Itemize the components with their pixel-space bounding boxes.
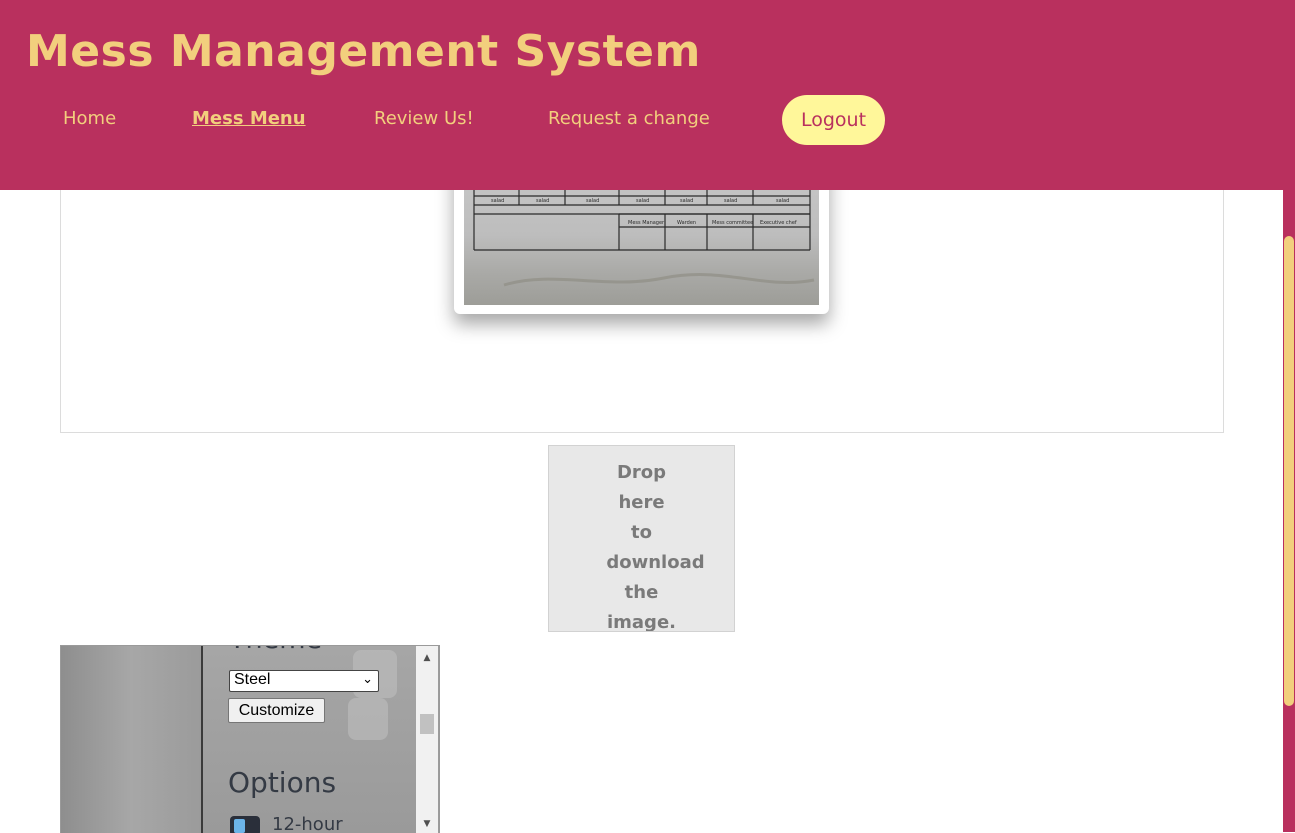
salad-cell: salad — [724, 198, 737, 204]
settings-widget-scrollbar[interactable]: ▲ ▼ — [416, 646, 438, 833]
signature-column-label: Executive chef — [760, 220, 797, 226]
theme-select-value: Steel — [234, 671, 271, 688]
drop-zone-text: Drop here to download the image. — [549, 458, 734, 632]
nav-mess-menu[interactable]: Mess Menu — [192, 108, 306, 129]
salad-cell: salad — [536, 198, 549, 204]
theme-heading: Theme — [229, 646, 322, 655]
salad-cell: salad — [776, 198, 789, 204]
background-blur — [348, 698, 388, 740]
drop-zone-line: download — [606, 552, 705, 573]
theme-select[interactable]: Steel ⌄ — [229, 670, 379, 692]
salad-cell: salad — [636, 198, 649, 204]
customize-button[interactable]: Customize — [228, 698, 325, 723]
drop-zone-line: to — [631, 522, 652, 543]
triangle-down-icon[interactable]: ▼ — [416, 816, 438, 832]
salad-cell: salad — [491, 198, 504, 204]
12-hour-label: 12-hour — [272, 814, 343, 833]
options-heading: Options — [228, 766, 337, 799]
drop-zone-line: image. — [606, 612, 676, 632]
chevron-down-icon: ⌄ — [362, 671, 373, 686]
site-header: Mess Management System Home Mess Menu Re… — [0, 0, 1283, 190]
drop-zone-line: the — [624, 582, 659, 603]
salad-cell: salad — [680, 198, 693, 204]
nav-request-change[interactable]: Request a change — [548, 108, 710, 129]
site-title: Mess Management System — [26, 26, 701, 77]
logout-button[interactable]: Logout — [782, 95, 885, 145]
settings-widget-scroll-thumb[interactable] — [420, 714, 434, 734]
page-scrollbar-thumb[interactable] — [1284, 236, 1294, 706]
signature-column-label: Mess Manager — [628, 220, 665, 226]
drop-zone-line: here — [618, 492, 665, 513]
settings-widget: Theme Steel ⌄ Customize Options 12-hour … — [60, 645, 440, 833]
signature-column-label: Warden — [677, 220, 696, 226]
settings-widget-content: Theme Steel ⌄ Customize Options 12-hour — [203, 646, 416, 833]
drop-zone-line: Drop — [616, 462, 667, 483]
nav-review-us[interactable]: Review Us! — [374, 108, 474, 129]
signature-column-label: Mess committee — [712, 220, 753, 226]
nav-home[interactable]: Home — [63, 108, 116, 129]
triangle-up-icon[interactable]: ▲ — [416, 650, 438, 666]
salad-cell: salad — [586, 198, 599, 204]
toggle-knob — [234, 819, 245, 833]
settings-widget-sidebar — [61, 646, 203, 833]
12-hour-toggle[interactable] — [230, 816, 260, 833]
download-drop-zone[interactable]: Drop here to download the image. — [548, 445, 735, 632]
